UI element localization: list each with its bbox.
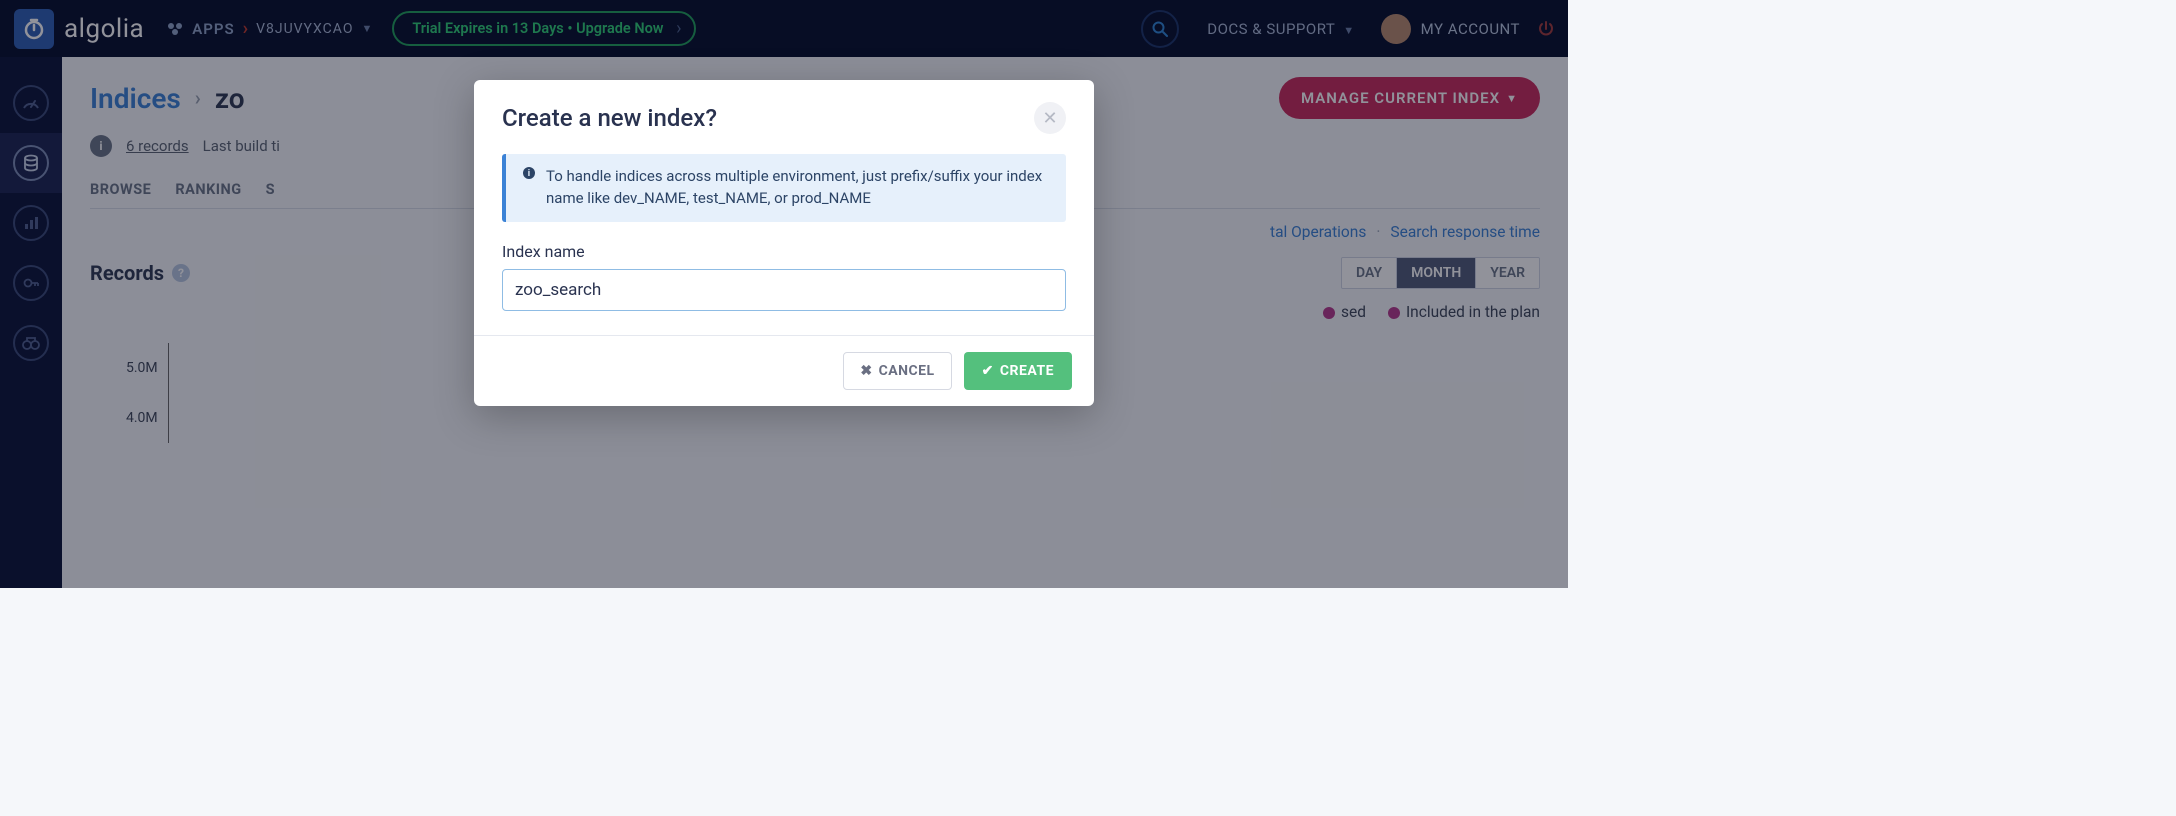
close-button[interactable]: ✕ xyxy=(1034,102,1066,134)
index-name-label: Index name xyxy=(502,242,1066,261)
svg-text:i: i xyxy=(528,169,530,179)
cancel-button[interactable]: ✖ CANCEL xyxy=(843,352,951,390)
modal-overlay[interactable]: Create a new index? ✕ i To handle indice… xyxy=(0,0,1568,588)
index-name-input[interactable] xyxy=(502,269,1066,311)
check-icon: ✔ xyxy=(982,363,994,379)
create-index-modal: Create a new index? ✕ i To handle indice… xyxy=(474,80,1094,406)
close-icon: ✖ xyxy=(860,363,872,379)
create-button[interactable]: ✔ CREATE xyxy=(964,352,1072,390)
info-icon: i xyxy=(522,166,536,210)
modal-title: Create a new index? xyxy=(502,104,717,132)
tip-text: To handle indices across multiple enviro… xyxy=(546,166,1050,210)
close-icon: ✕ xyxy=(1042,108,1057,129)
tip-box: i To handle indices across multiple envi… xyxy=(502,154,1066,222)
